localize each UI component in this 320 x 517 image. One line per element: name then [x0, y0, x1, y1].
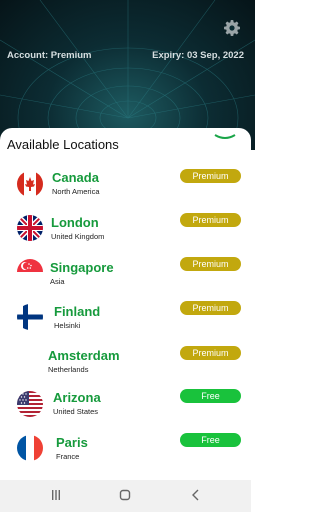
sheet-handle[interactable] — [214, 134, 236, 140]
france-flag-icon — [17, 435, 43, 461]
location-row-paris[interactable]: Paris France Free — [0, 430, 251, 474]
city-name: Paris — [56, 435, 88, 450]
free-badge: Free — [180, 389, 241, 403]
sheet-title: Available Locations — [7, 137, 119, 152]
gear-icon[interactable] — [222, 18, 242, 38]
city-name: Canada — [52, 170, 99, 185]
finland-flag-icon — [17, 304, 43, 330]
location-row-singapore[interactable]: Singapore Asia Premium — [0, 254, 251, 298]
location-row-amsterdam[interactable]: Amsterdam Netherlands Premium — [0, 342, 251, 386]
back-icon[interactable] — [176, 480, 216, 512]
premium-badge: Premium — [180, 257, 241, 271]
home-icon[interactable] — [105, 480, 145, 512]
region-name: Helsinki — [54, 321, 81, 330]
premium-badge: Premium — [180, 346, 241, 360]
singapore-flag-icon — [17, 259, 43, 285]
uk-flag-icon — [17, 215, 43, 241]
recents-icon[interactable] — [36, 480, 76, 512]
city-name: Arizona — [53, 390, 101, 405]
city-name: London — [51, 215, 99, 230]
region-name: United Kingdom — [51, 232, 105, 241]
region-name: France — [56, 452, 80, 461]
system-nav-bar — [0, 480, 251, 512]
location-row-london[interactable]: London United Kingdom Premium — [0, 210, 251, 254]
account-status: Account: Premium — [7, 50, 92, 61]
city-name: Amsterdam — [48, 348, 120, 363]
location-row-finland[interactable]: Finland Helsinki Premium — [0, 298, 251, 342]
premium-badge: Premium — [180, 213, 241, 227]
canada-flag-icon — [17, 171, 43, 197]
location-row-canada[interactable]: Canada North America Premium — [0, 166, 251, 210]
locations-sheet: Available Locations Canada North America… — [0, 128, 251, 480]
usa-flag-icon — [17, 391, 43, 417]
expiry-date: Expiry: 03 Sep, 2022 — [152, 50, 244, 61]
region-name: Asia — [50, 277, 65, 286]
free-badge: Free — [180, 433, 241, 447]
city-name: Singapore — [50, 260, 114, 275]
premium-badge: Premium — [180, 301, 241, 315]
location-row-arizona[interactable]: Arizona United States Free — [0, 386, 251, 430]
region-name: North America — [52, 187, 100, 196]
region-name: United States — [53, 407, 99, 416]
premium-badge: Premium — [180, 169, 241, 183]
region-name: Netherlands — [48, 365, 89, 374]
city-name: Finland — [54, 304, 101, 319]
